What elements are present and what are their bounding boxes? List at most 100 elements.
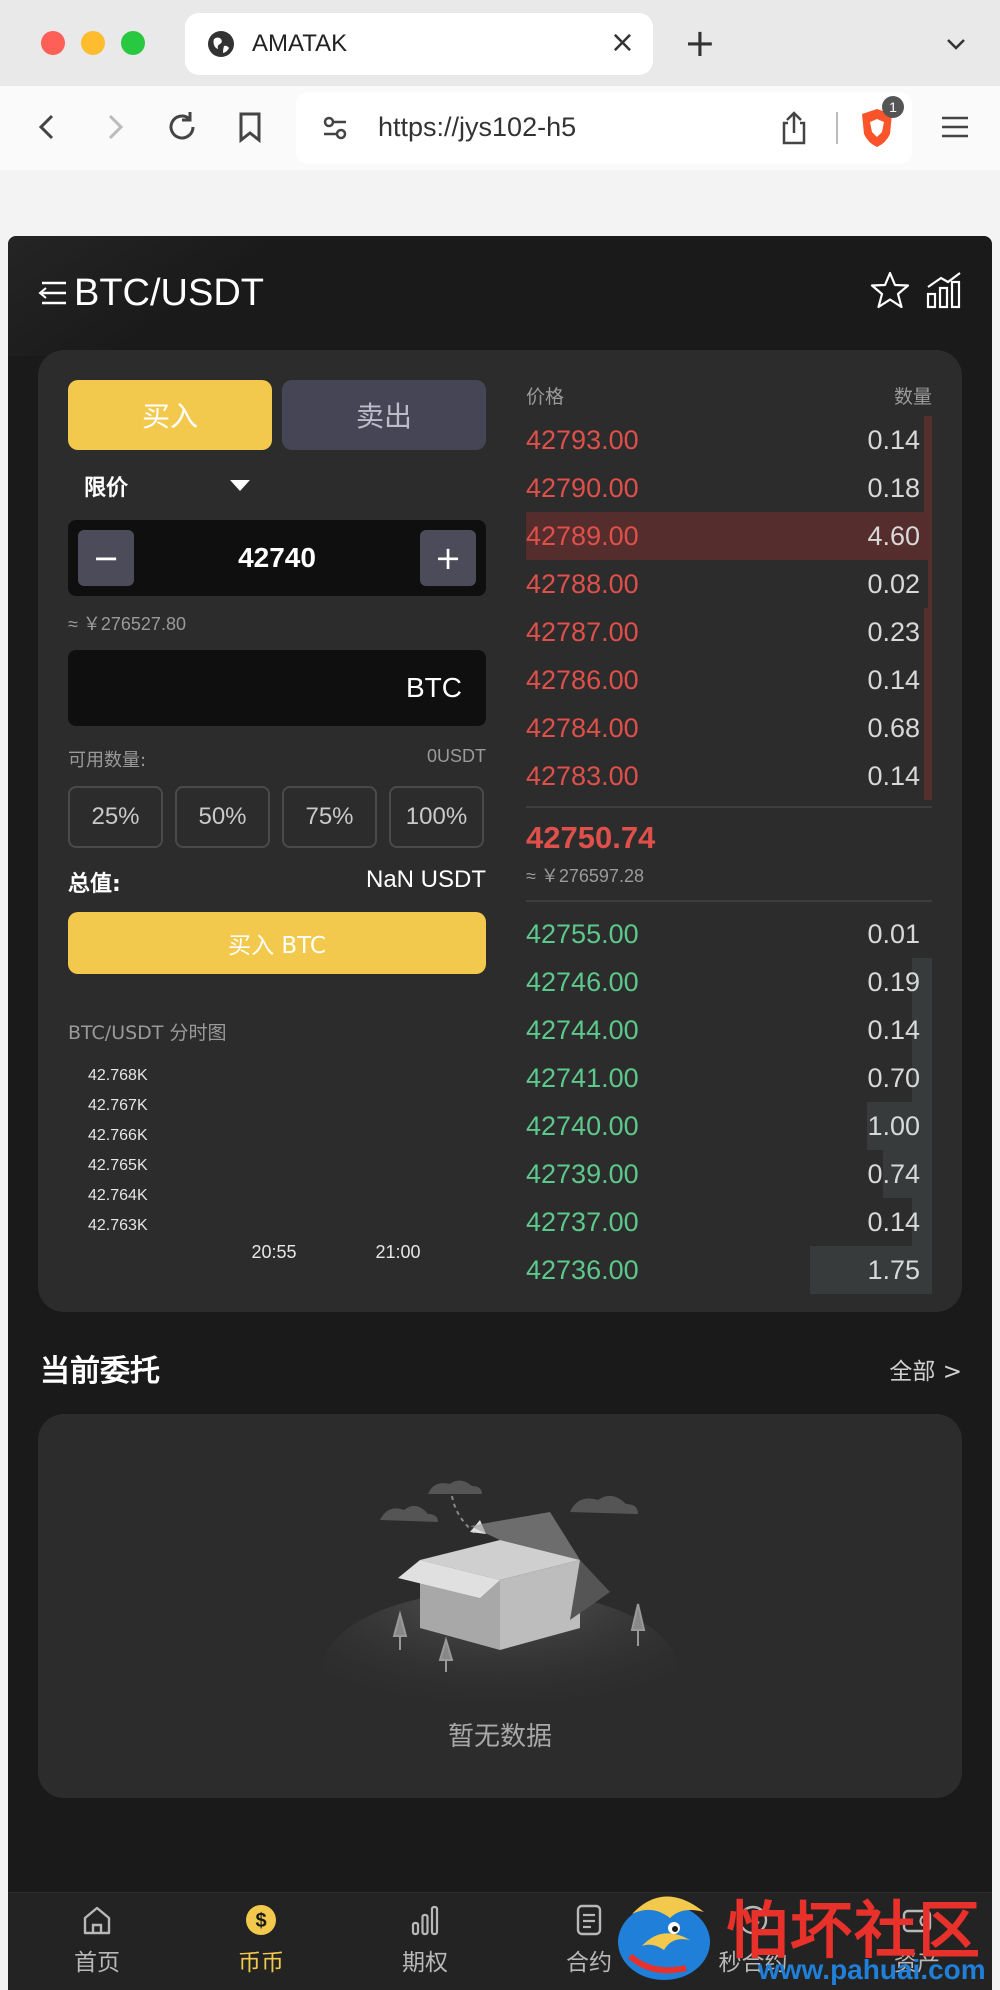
y-tick-label: 42.764K	[88, 1187, 148, 1204]
hamburger-menu-icon[interactable]	[936, 108, 974, 146]
percent-50-button[interactable]: 50%	[175, 786, 270, 848]
orderbook-qty: 0.14	[867, 1015, 920, 1045]
orderbook-price-header: 价格	[526, 386, 565, 408]
bid-row[interactable]: 42755.00 0.01	[526, 910, 932, 958]
orderbook-price: 42788.00	[526, 569, 639, 599]
empty-box-illustration	[322, 1480, 678, 1700]
percent-100-button[interactable]: 100%	[389, 786, 484, 848]
available-value: 0USDT	[426, 746, 486, 766]
buy-submit-button[interactable]: 买入 BTC	[68, 912, 486, 974]
nav-item-home[interactable]: 首页	[42, 1903, 152, 1989]
price-decrease-button[interactable]: −	[78, 530, 134, 586]
window-minimize-button[interactable]	[81, 31, 105, 55]
last-price-cny: ≈ ￥276597.28	[526, 866, 644, 886]
ask-row[interactable]: 42789.00 4.60	[526, 512, 932, 560]
window-zoom-button[interactable]	[121, 31, 145, 55]
drawer-menu-icon[interactable]	[38, 280, 68, 306]
tab-close-icon[interactable]: ×	[610, 26, 635, 60]
orderbook-price: 42789.00	[526, 521, 639, 551]
window-close-button[interactable]	[41, 31, 65, 55]
caret-down-icon[interactable]	[230, 480, 250, 491]
app-viewport: BTC/USDT 买入 卖出 限价 − 42740 + ≈ ￥276527.80…	[8, 236, 992, 1990]
ask-row[interactable]: 42787.00 0.23	[526, 608, 932, 656]
bid-row[interactable]: 42741.00 0.70	[526, 1054, 932, 1102]
site-settings-icon[interactable]	[318, 111, 352, 145]
address-bar[interactable]: https://jys102-h5 1	[296, 92, 912, 164]
nav-label: 期权	[402, 1950, 448, 1976]
browser-tabstrip: AMATAK × +	[0, 0, 1000, 86]
bid-row[interactable]: 42736.00 1.75	[526, 1246, 932, 1294]
ask-row[interactable]: 42793.00 0.14	[526, 416, 932, 464]
orderbook-qty: 0.01	[867, 919, 920, 949]
orderbook-price: 42739.00	[526, 1159, 639, 1189]
new-tab-icon[interactable]: +	[684, 24, 716, 62]
orderbook-qty: 0.14	[867, 1207, 920, 1237]
ask-row[interactable]: 42784.00 0.68	[526, 704, 932, 752]
nav-item-spot[interactable]: $ 币币	[206, 1903, 316, 1989]
orderbook-qty: 0.14	[867, 761, 920, 791]
ask-row[interactable]: 42790.00 0.18	[526, 464, 932, 512]
nav-label: 币币	[238, 1950, 284, 1976]
bid-row[interactable]: 42746.00 0.19	[526, 958, 932, 1006]
orderbook-price: 42790.00	[526, 473, 639, 503]
svg-text:$: $	[255, 1910, 266, 1932]
ask-row[interactable]: 42788.00 0.02	[526, 560, 932, 608]
orderbook-qty: 0.18	[867, 473, 920, 503]
y-tick-label: 42.766K	[88, 1127, 148, 1144]
pair-title[interactable]: BTC/USDT	[74, 272, 264, 315]
forward-icon[interactable]	[96, 108, 134, 146]
orderbook-price: 42793.00	[526, 425, 639, 455]
bid-row[interactable]: 42737.00 0.14	[526, 1198, 932, 1246]
orderbook-qty: 0.14	[867, 665, 920, 695]
watermark: 怕坏社区 www.pahuai.com	[608, 1870, 1000, 1990]
orderbook-price: 42736.00	[526, 1255, 639, 1285]
orderbook-qty: 1.75	[867, 1255, 920, 1285]
url-text[interactable]: https://jys102-h5	[378, 112, 576, 143]
depth-bar	[928, 560, 932, 608]
current-orders-panel: 暂无数据	[38, 1414, 962, 1798]
buy-tab[interactable]: 买入	[68, 380, 272, 450]
orderbook-qty: 0.70	[867, 1063, 920, 1093]
chevron-down-icon[interactable]	[944, 32, 968, 56]
orderbook-price: 42740.00	[526, 1111, 639, 1141]
depth-bar	[924, 608, 932, 656]
nav-item-options[interactable]: 期权	[370, 1903, 480, 1989]
price-increase-button[interactable]: +	[420, 530, 476, 586]
globe-icon	[208, 31, 234, 57]
orderbook-qty: 0.23	[867, 617, 920, 647]
share-icon[interactable]	[776, 109, 812, 147]
amount-input[interactable]: BTC	[68, 650, 486, 726]
depth-bar	[924, 656, 932, 704]
browser-toolbar: https://jys102-h5 1	[0, 86, 1000, 170]
favorite-star-icon[interactable]	[870, 270, 910, 310]
browser-tab[interactable]: AMATAK ×	[185, 13, 653, 75]
depth-bar	[924, 752, 932, 800]
orderbook-qty: 1.00	[867, 1111, 920, 1141]
back-icon[interactable]	[28, 108, 66, 146]
reload-icon[interactable]	[163, 108, 201, 146]
ask-row[interactable]: 42786.00 0.14	[526, 656, 932, 704]
percent-75-button[interactable]: 75%	[282, 786, 377, 848]
bid-row[interactable]: 42740.00 1.00	[526, 1102, 932, 1150]
bid-row[interactable]: 42744.00 0.14	[526, 1006, 932, 1054]
last-price: 42750.74	[526, 820, 656, 855]
orderbook-price: 42744.00	[526, 1015, 639, 1045]
price-stepper: − 42740 +	[68, 520, 486, 596]
order-type-select[interactable]: 限价	[84, 470, 128, 502]
bookmark-icon[interactable]	[231, 108, 269, 146]
bid-row[interactable]: 42739.00 0.74	[526, 1150, 932, 1198]
y-tick-label: 42.768K	[88, 1067, 148, 1084]
sell-tab[interactable]: 卖出	[282, 380, 486, 450]
orderbook-price: 42783.00	[526, 761, 639, 791]
view-all-orders-link[interactable]: 全部 >	[889, 1352, 962, 1386]
percent-25-button[interactable]: 25%	[68, 786, 163, 848]
ask-row[interactable]: 42783.00 0.14	[526, 752, 932, 800]
shield-count-badge: 1	[882, 96, 904, 118]
orderbook-divider	[526, 900, 932, 902]
mini-price-chart: 42.768K 42.767K 42.766K 42.765K 42.764K 42.76…	[88, 1067, 421, 1262]
tab-title: AMATAK	[252, 30, 348, 57]
kline-chart-icon[interactable]	[924, 270, 964, 310]
price-input[interactable]: 42740	[144, 542, 410, 574]
available-label: 可用数量:	[68, 750, 147, 771]
orderbook-price: 42786.00	[526, 665, 639, 695]
